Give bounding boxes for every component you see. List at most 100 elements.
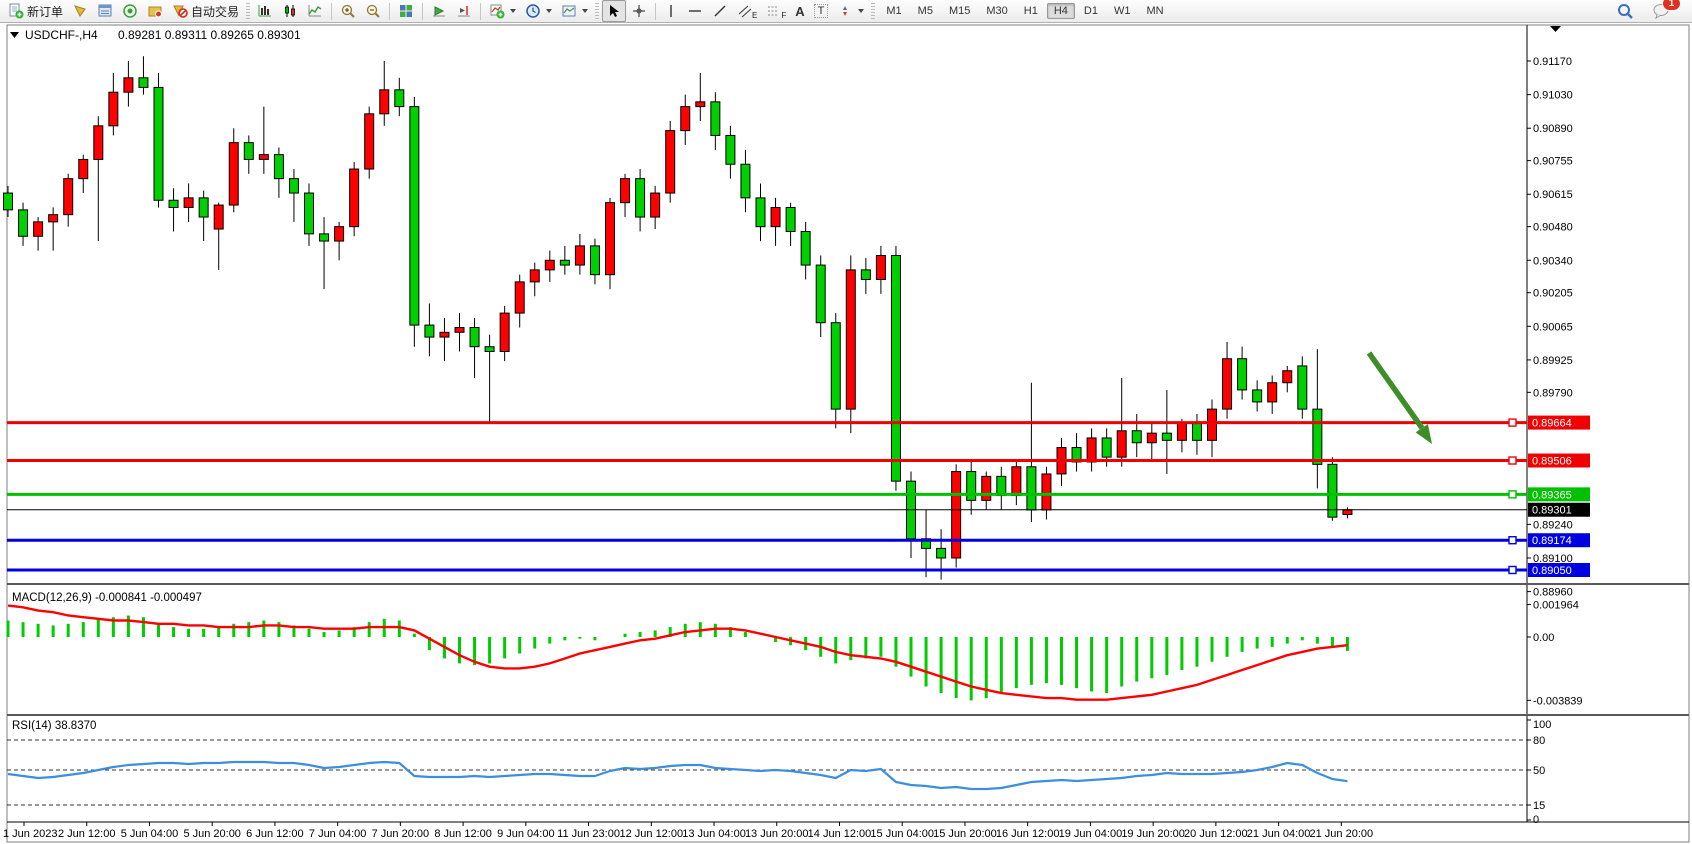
crosshair-button[interactable] (627, 0, 651, 22)
fibonacci-icon (766, 3, 782, 19)
candle-body (335, 227, 344, 241)
candle (846, 255, 855, 433)
rsi-tick-label: 0 (1533, 814, 1539, 826)
text-label-button[interactable]: T (810, 0, 833, 22)
candle-body (4, 193, 13, 210)
candle-body (606, 203, 615, 275)
candle-body (410, 107, 419, 325)
candle-body (1238, 359, 1247, 390)
time-tick-label: 15 Jun 20:00 (933, 828, 997, 840)
time-tick-label: 14 Jun 12:00 (808, 828, 872, 840)
candle-body (305, 193, 314, 234)
price-label-text: 0.89506 (1532, 456, 1572, 468)
equidistant-channel-icon (737, 3, 753, 19)
zoom-out-button[interactable] (361, 0, 385, 22)
timeframe-m5[interactable]: M5 (911, 3, 940, 19)
arrows-tool-button[interactable] (833, 0, 868, 22)
chart-shift-button[interactable] (452, 0, 476, 22)
candle-body (1313, 409, 1322, 464)
auto-scroll-button[interactable] (427, 0, 451, 22)
candle-body (560, 260, 569, 265)
candle-body (1343, 510, 1352, 515)
periods-button[interactable] (521, 0, 556, 22)
candle-body (229, 143, 238, 205)
line-chart-button[interactable] (303, 0, 327, 22)
candle-body (741, 164, 750, 198)
timeframe-m30[interactable]: M30 (979, 3, 1014, 19)
candle (365, 107, 374, 179)
candle-body (350, 169, 359, 227)
timeframe-d1[interactable]: D1 (1077, 3, 1105, 19)
periods-clock-icon (525, 3, 541, 19)
timeframe-mn[interactable]: MN (1139, 3, 1170, 19)
bar-chart-button[interactable] (253, 0, 277, 22)
axis-tick-label: 0.89240 (1533, 519, 1573, 531)
market-watch-button[interactable] (68, 0, 92, 22)
candle (350, 162, 359, 236)
new-order-button[interactable]: 新订单 (4, 0, 67, 22)
templates-button[interactable] (557, 0, 592, 22)
time-tick-label: 21 Jun 20:00 (1310, 828, 1374, 840)
candle-body (756, 198, 765, 227)
indicators-button[interactable] (485, 0, 520, 22)
timeframe-m1[interactable]: M1 (879, 3, 908, 19)
candle-body (696, 102, 705, 107)
rsi-tick-label: 15 (1533, 800, 1545, 812)
fibonacci-button[interactable]: F (762, 0, 790, 22)
news-button[interactable]: 1 (1648, 0, 1674, 22)
channel-glyph: E (752, 11, 757, 20)
time-tick-label: 19 Jun 04:00 (1059, 828, 1123, 840)
line-handle[interactable] (1509, 566, 1516, 573)
candle-body (1102, 438, 1111, 457)
quote-ohlc: 0.89281 0.89311 0.89265 0.89301 (118, 28, 301, 42)
candle-body (1253, 390, 1262, 402)
line-handle[interactable] (1509, 491, 1516, 498)
axis-tick-label: 0.90615 (1533, 189, 1573, 201)
candle-body (711, 102, 720, 136)
templates-icon (561, 3, 577, 19)
timeframe-m15[interactable]: M15 (942, 3, 977, 19)
candle-body (1087, 438, 1096, 462)
trendline-icon (712, 3, 728, 19)
candle-body (395, 90, 404, 107)
navigator-button[interactable] (118, 0, 142, 22)
horizontal-line-button[interactable] (683, 0, 707, 22)
text-tool-button[interactable]: A (791, 0, 808, 22)
indicators-icon (489, 3, 505, 19)
auto-scroll-icon (431, 3, 447, 19)
data-window-button[interactable] (93, 0, 117, 22)
line-handle[interactable] (1509, 419, 1516, 426)
autotrading-button[interactable]: 自动交易 (168, 0, 243, 22)
tile-windows-button[interactable] (394, 0, 418, 22)
new-order-icon (8, 3, 24, 19)
equidistant-channel-button[interactable]: E (733, 0, 761, 22)
candle-body (937, 548, 946, 558)
candle-body (455, 327, 464, 332)
cursor-button[interactable] (602, 0, 626, 22)
terminal-button[interactable] (143, 0, 167, 22)
rsi-tick-label: 100 (1533, 719, 1551, 731)
zoom-in-button[interactable] (336, 0, 360, 22)
axis-tick-label: 0.89100 (1533, 553, 1573, 565)
axis-tick-label: 0.90480 (1533, 222, 1573, 234)
candle-body (244, 143, 253, 160)
candle-body (1027, 467, 1036, 510)
search-button[interactable] (1612, 0, 1638, 22)
candle-body (621, 179, 630, 203)
timeframe-h4[interactable]: H4 (1047, 3, 1075, 19)
candle-body (1298, 366, 1307, 409)
candlestick-chart-button[interactable] (278, 0, 302, 22)
line-handle[interactable] (1509, 537, 1516, 544)
vertical-line-button[interactable] (660, 0, 682, 22)
timeframe-w1[interactable]: W1 (1107, 3, 1138, 19)
zoom-in-icon (340, 3, 356, 19)
candle-body (861, 270, 870, 280)
cursor-icon (606, 3, 622, 19)
candle-body (1192, 424, 1201, 441)
candle-body (1223, 359, 1232, 409)
trendline-button[interactable] (708, 0, 732, 22)
candle-body (545, 260, 554, 270)
candle-body (1042, 474, 1051, 510)
timeframe-h1[interactable]: H1 (1017, 3, 1045, 19)
line-handle[interactable] (1509, 457, 1516, 464)
